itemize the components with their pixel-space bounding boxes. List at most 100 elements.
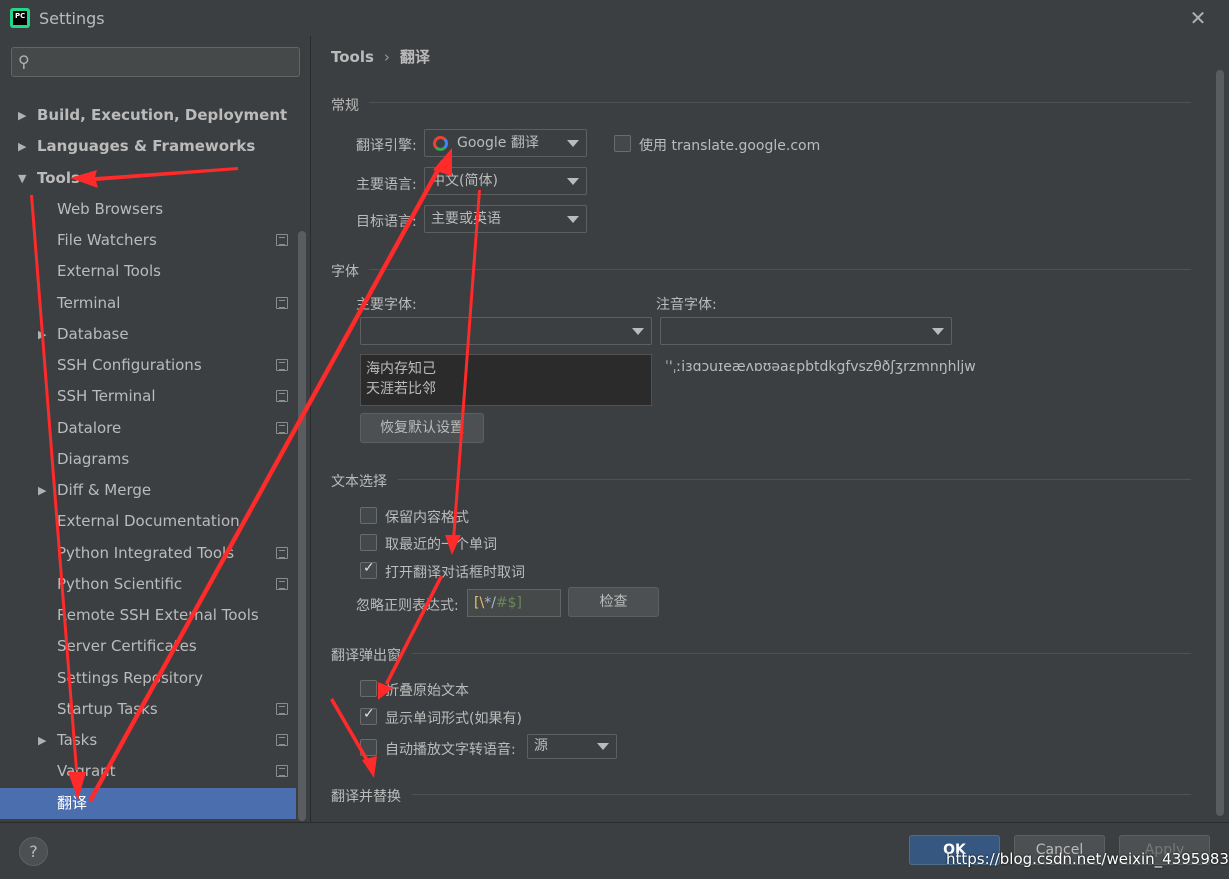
sidebar-item[interactable]: External Documentation [0, 506, 296, 537]
tts-source-select[interactable]: 源 [527, 734, 617, 759]
help-button[interactable]: ? [19, 837, 48, 866]
sidebar-item-label: Languages & Frameworks [37, 137, 256, 156]
sidebar-item-label: Python Scientific [57, 574, 183, 593]
sidebar-item[interactable]: Web Browsers [0, 194, 296, 225]
project-level-icon [276, 765, 288, 778]
breadcrumb-parent[interactable]: Tools [331, 48, 374, 66]
sidebar-item[interactable]: Datalore [0, 413, 296, 444]
search-icon: ⚲ [18, 52, 30, 71]
project-level-icon [276, 702, 288, 715]
section-title-font: 字体 [331, 264, 359, 280]
check-regex-button[interactable]: 检查 [568, 587, 659, 617]
close-icon[interactable]: ✕ [1186, 6, 1210, 30]
section-divider [369, 102, 1191, 103]
sidebar-item[interactable]: Server Certificates [0, 631, 296, 662]
settings-content-panel: Tools › 翻译 常规 翻译引擎: Google 翻译 使用 translate… [312, 36, 1229, 822]
engine-select-value: Google 翻译 [457, 135, 539, 151]
regex-chars: */ [484, 595, 496, 611]
sidebar-item-label: Server Certificates [57, 637, 197, 656]
expanded-arrow-icon[interactable]: ▼ [18, 163, 26, 194]
collapsed-arrow-icon[interactable]: ▶ [38, 319, 46, 350]
sidebar-item-label: Tools [37, 168, 80, 187]
regex-tail: #$] [495, 595, 523, 611]
sidebar-item[interactable]: Terminal [0, 288, 296, 319]
project-level-icon [276, 296, 288, 309]
sidebar-item-label: File Watchers [57, 231, 157, 249]
engine-label: 翻译引擎: [356, 138, 417, 154]
dialog-button-bar: ? OK Cancel Apply https://blog.csdn.net/… [0, 822, 1229, 879]
sidebar-item-label: Settings Repository [57, 668, 204, 687]
preview-line: 海内存知己 [366, 361, 436, 377]
show-word-forms-checkbox[interactable] [360, 706, 377, 725]
project-level-icon [276, 577, 288, 590]
watermark-text: https://blog.csdn.net/weixin_43959833 [946, 850, 1229, 868]
project-level-icon [276, 359, 288, 371]
settings-search-input[interactable]: ⚲ [11, 47, 300, 77]
target-language-select[interactable]: 主要或英语 [424, 205, 587, 233]
sidebar-item[interactable]: SSH Configurations [0, 350, 296, 381]
sidebar-item[interactable]: Remote SSH External Tools [0, 600, 296, 631]
primary-language-select[interactable]: 中文(简体) [424, 167, 587, 195]
sidebar-item[interactable]: Python Scientific [0, 569, 296, 600]
chevron-down-icon [932, 328, 944, 335]
primary-font-label: 主要字体: [356, 297, 417, 313]
sidebar-item-label: Remote SSH External Tools [57, 606, 259, 624]
use-google-com-label: 使用 translate.google.com [639, 138, 821, 154]
use-google-com-checkbox[interactable] [614, 135, 631, 152]
sidebar-scrollbar[interactable] [298, 231, 306, 821]
fold-original-label: 折叠原始文本 [385, 683, 469, 699]
sidebar-item[interactable]: SSH Terminal [0, 381, 296, 412]
font-preview-area: 海内存知己 天涯若比邻 [360, 354, 652, 406]
sidebar-item-label: Startup Tasks [57, 699, 158, 718]
sidebar-item[interactable]: Diagrams [0, 444, 296, 475]
sidebar-item[interactable]: ▶ Languages & Frameworks [0, 131, 296, 162]
sidebar-item-label: Terminal [57, 293, 121, 312]
title-bar: PC Settings ✕ [0, 0, 1229, 36]
sidebar-item[interactable]: Settings Repository [0, 663, 296, 694]
keep-format-checkbox[interactable] [360, 507, 377, 524]
sidebar-item-label: Diff & Merge [57, 481, 152, 499]
sidebar-item[interactable]: ▶ Diff & Merge [0, 475, 296, 506]
sidebar-item[interactable]: External Tools [0, 256, 296, 287]
sidebar-item[interactable]: 翻译 [0, 787, 296, 819]
sidebar-item-label: Database [57, 324, 129, 343]
ignore-regex-input[interactable]: [\*/#$] [467, 589, 561, 617]
primary-font-select[interactable] [360, 317, 652, 345]
auto-tts-checkbox[interactable] [360, 739, 377, 756]
nearest-word-checkbox[interactable] [360, 534, 377, 551]
section-divider [412, 794, 1191, 795]
chevron-down-icon [567, 140, 579, 147]
reset-fonts-button[interactable]: 恢复默认设置 [360, 413, 484, 443]
fold-original-checkbox[interactable] [360, 680, 377, 697]
sidebar-item-label: External Tools [57, 262, 161, 281]
section-title-popup: 翻译弹出窗 [331, 648, 401, 664]
sidebar-item[interactable]: ▶ Build, Execution, Deployment [0, 100, 296, 131]
collapsed-arrow-icon[interactable]: ▶ [38, 475, 46, 506]
preview-line: 天涯若比邻 [366, 381, 436, 397]
sidebar-item[interactable]: ▶ Tasks [0, 725, 296, 756]
section-title-general: 常规 [331, 98, 359, 114]
target-language-value: 主要或英语 [431, 211, 501, 227]
project-level-icon [276, 234, 288, 246]
breadcrumb-current: 翻译 [399, 48, 430, 66]
sidebar-item-label: SSH Configurations [57, 356, 202, 374]
sidebar-item[interactable]: ▶ Database [0, 319, 296, 350]
collapsed-arrow-icon[interactable]: ▶ [38, 725, 46, 756]
phonetic-font-select[interactable] [660, 317, 952, 345]
collapsed-arrow-icon[interactable]: ▶ [18, 131, 26, 162]
sidebar-item[interactable]: Python Integrated Tools [0, 538, 296, 569]
sidebar-item-label: SSH Terminal [57, 387, 156, 406]
engine-select[interactable]: Google 翻译 [424, 129, 587, 157]
sidebar-item[interactable]: File Watchers [0, 225, 296, 256]
sidebar-item-label: Datalore [57, 418, 122, 437]
word-on-open-checkbox[interactable] [360, 560, 377, 579]
content-scrollbar[interactable] [1216, 70, 1224, 816]
show-word-forms-label: 显示单词形式(如果有) [385, 711, 522, 727]
sidebar-item[interactable]: Startup Tasks [0, 694, 296, 725]
word-on-open-label: 打开翻译对话框时取词 [385, 565, 525, 581]
tts-source-value: 源 [534, 738, 548, 754]
sidebar-item-label: Build, Execution, Deployment [37, 106, 288, 124]
sidebar-item[interactable]: ▼ Tools [0, 163, 296, 194]
sidebar-item[interactable]: Vagrant [0, 756, 296, 787]
collapsed-arrow-icon[interactable]: ▶ [18, 100, 26, 131]
